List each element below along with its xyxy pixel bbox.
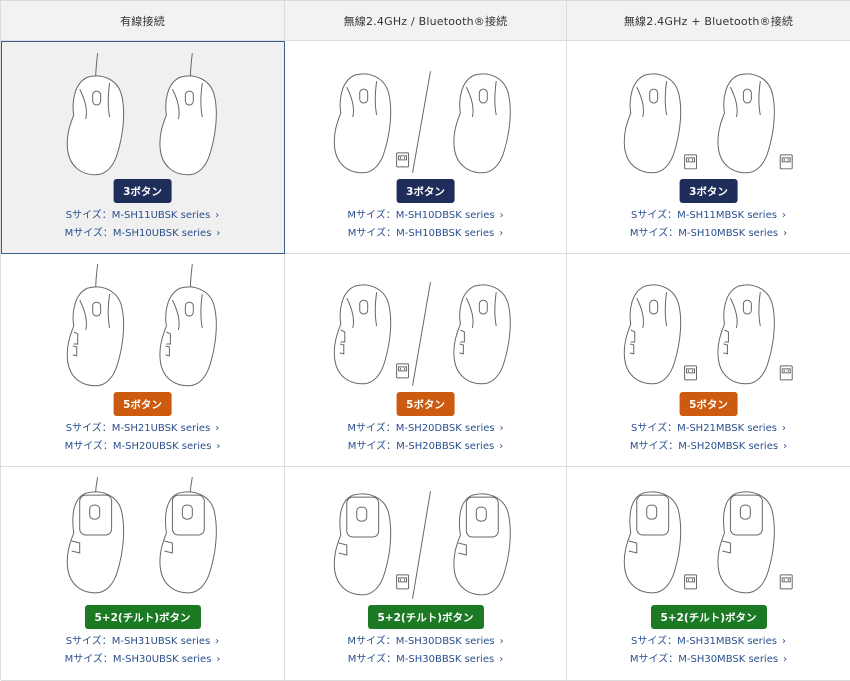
- series-link-label: Mサイズ：M-SH10BBSK series: [347, 228, 495, 239]
- chevron-right-icon: ›: [781, 423, 786, 434]
- wireless-mouse-pair-icon: [333, 491, 511, 599]
- series-link[interactable]: Mサイズ：M-SH10DBSK series ›: [347, 209, 503, 223]
- chevron-right-icon: ›: [215, 210, 220, 221]
- series-link[interactable]: Sサイズ：M-SH21MBSK series ›: [631, 422, 786, 436]
- series-link-label: Mサイズ：M-SH30BBSK series: [347, 654, 495, 665]
- product-cell-wireless-and-3btn[interactable]: 3ボタン Sサイズ：M-SH11MBSK series › Mサイズ：M-SH10…: [567, 41, 850, 254]
- button-count-badge: 5ボタン: [396, 392, 455, 416]
- chevron-right-icon: ›: [216, 441, 221, 452]
- link-list: Sサイズ：M-SH31MBSK series › Mサイズ：M-SH30MBSK …: [567, 635, 850, 667]
- button-count-badge: 3ボタン: [679, 179, 738, 203]
- series-link[interactable]: Sサイズ：M-SH31MBSK series ›: [631, 635, 786, 649]
- chevron-right-icon: ›: [499, 441, 504, 452]
- button-count-badge: 5ボタン: [679, 392, 738, 416]
- series-link-label: Mサイズ：M-SH10MBSK series: [629, 228, 779, 239]
- product-cell-wired-3btn[interactable]: 3ボタン Sサイズ：M-SH11UBSK series › Mサイズ：M-SH10…: [1, 41, 285, 254]
- series-link[interactable]: Sサイズ：M-SH31UBSK series ›: [66, 635, 220, 649]
- header-wired: 有線接続: [1, 1, 285, 41]
- series-link[interactable]: Mサイズ：M-SH30MBSK series ›: [630, 653, 787, 667]
- header-wireless-and: 無線2.4GHz + Bluetooth®接続: [567, 1, 850, 41]
- button-count-badge: 5+2(チルト)ボタン: [367, 605, 484, 629]
- wired-mouse-icon: [66, 53, 217, 176]
- series-link[interactable]: Mサイズ：M-SH20DBSK series ›: [347, 422, 503, 436]
- series-link-label: Sサイズ：M-SH31UBSK series: [65, 636, 211, 647]
- series-link-label: Mサイズ：M-SH20MBSK series: [629, 441, 779, 452]
- link-list: Sサイズ：M-SH11MBSK series › Mサイズ：M-SH10MBSK …: [567, 209, 850, 241]
- series-link[interactable]: Sサイズ：M-SH11UBSK series ›: [66, 209, 220, 223]
- chevron-right-icon: ›: [499, 210, 504, 221]
- wireless-mouse-dongle-icon: [623, 491, 793, 594]
- series-link-label: Mサイズ：M-SH30DBSK series: [347, 636, 495, 647]
- series-link-label: Mサイズ：M-SH30UBSK series: [64, 654, 212, 665]
- series-link[interactable]: Mサイズ：M-SH10MBSK series ›: [630, 227, 787, 241]
- series-link-label: Mサイズ：M-SH20UBSK series: [64, 441, 212, 452]
- wired-mouse-icon: [66, 264, 217, 387]
- product-cell-wired-5btn[interactable]: 5ボタン Sサイズ：M-SH21UBSK series › Mサイズ：M-SH20…: [1, 254, 285, 467]
- button-count-badge: 5ボタン: [113, 392, 172, 416]
- series-link-label: Mサイズ：M-SH30MBSK series: [629, 654, 779, 665]
- chevron-right-icon: ›: [499, 228, 504, 239]
- header-label: 有線接続: [120, 14, 165, 28]
- button-count-badge: 3ボタン: [113, 179, 172, 203]
- series-link-label: Sサイズ：M-SH31MBSK series: [631, 636, 777, 647]
- series-link[interactable]: Mサイズ：M-SH10UBSK series ›: [65, 227, 221, 241]
- series-link[interactable]: Mサイズ：M-SH20MBSK series ›: [630, 440, 787, 454]
- series-link-label: Mサイズ：M-SH10DBSK series: [347, 210, 495, 221]
- series-link[interactable]: Mサイズ：M-SH30BBSK series ›: [348, 653, 503, 667]
- product-cell-wireless-or-5btn[interactable]: 5ボタン Mサイズ：M-SH20DBSK series › Mサイズ：M-SH20…: [285, 254, 567, 467]
- series-link[interactable]: Sサイズ：M-SH21UBSK series ›: [66, 422, 220, 436]
- link-list: Sサイズ：M-SH31UBSK series › Mサイズ：M-SH30UBSK …: [1, 635, 284, 667]
- header-label: 無線2.4GHz / Bluetooth®接続: [343, 14, 508, 28]
- series-link-label: Sサイズ：M-SH11UBSK series: [65, 210, 211, 221]
- link-list: Sサイズ：M-SH21MBSK series › Mサイズ：M-SH20MBSK …: [567, 422, 850, 454]
- product-cell-wireless-and-tilt[interactable]: 5+2(チルト)ボタン Sサイズ：M-SH31MBSK series › Mサイズ…: [567, 467, 850, 681]
- chevron-right-icon: ›: [499, 636, 504, 647]
- chevron-right-icon: ›: [216, 654, 221, 665]
- button-count-badge: 3ボタン: [396, 179, 455, 203]
- chevron-right-icon: ›: [216, 228, 221, 239]
- chevron-right-icon: ›: [781, 636, 786, 647]
- product-cell-wireless-or-3btn[interactable]: 3ボタン Mサイズ：M-SH10DBSK series › Mサイズ：M-SH10…: [285, 41, 567, 254]
- comparison-table: 有線接続 無線2.4GHz / Bluetooth®接続 無線2.4GHz + …: [0, 0, 850, 681]
- series-link[interactable]: Mサイズ：M-SH30UBSK series ›: [65, 653, 221, 667]
- wired-mouse-icon: [66, 477, 217, 594]
- chevron-right-icon: ›: [215, 636, 220, 647]
- link-list: Sサイズ：M-SH11UBSK series › Mサイズ：M-SH10UBSK …: [1, 209, 284, 241]
- header-wireless-or: 無線2.4GHz / Bluetooth®接続: [285, 1, 567, 41]
- chevron-right-icon: ›: [783, 654, 788, 665]
- wireless-mouse-dongle-icon: [623, 73, 793, 174]
- button-count-badge: 5+2(チルト)ボタン: [650, 605, 767, 629]
- series-link-label: Mサイズ：M-SH20BBSK series: [347, 441, 495, 452]
- link-list: Sサイズ：M-SH21UBSK series › Mサイズ：M-SH20UBSK …: [1, 422, 284, 454]
- series-link[interactable]: Sサイズ：M-SH11MBSK series ›: [631, 209, 786, 223]
- series-link[interactable]: Mサイズ：M-SH20UBSK series ›: [65, 440, 221, 454]
- series-link[interactable]: Mサイズ：M-SH20BBSK series ›: [348, 440, 503, 454]
- wireless-mouse-pair-icon: [333, 282, 511, 386]
- chevron-right-icon: ›: [499, 654, 504, 665]
- chevron-right-icon: ›: [781, 210, 786, 221]
- wireless-mouse-pair-icon: [333, 71, 511, 174]
- chevron-right-icon: ›: [783, 441, 788, 452]
- link-list: Mサイズ：M-SH30DBSK series › Mサイズ：M-SH30BBSK …: [285, 635, 566, 667]
- series-link-label: Mサイズ：M-SH10UBSK series: [64, 228, 212, 239]
- series-link[interactable]: Mサイズ：M-SH30DBSK series ›: [347, 635, 503, 649]
- chevron-right-icon: ›: [215, 423, 220, 434]
- chevron-right-icon: ›: [783, 228, 788, 239]
- product-cell-wireless-and-5btn[interactable]: 5ボタン Sサイズ：M-SH21MBSK series › Mサイズ：M-SH20…: [567, 254, 850, 467]
- chevron-right-icon: ›: [499, 423, 504, 434]
- series-link-label: Sサイズ：M-SH21MBSK series: [631, 423, 777, 434]
- button-count-badge: 5+2(チルト)ボタン: [84, 605, 201, 629]
- wireless-mouse-dongle-icon: [623, 284, 793, 385]
- link-list: Mサイズ：M-SH20DBSK series › Mサイズ：M-SH20BBSK …: [285, 422, 566, 454]
- header-label: 無線2.4GHz + Bluetooth®接続: [623, 14, 794, 28]
- series-link-label: Sサイズ：M-SH21UBSK series: [65, 423, 211, 434]
- series-link[interactable]: Mサイズ：M-SH10BBSK series ›: [348, 227, 503, 241]
- product-cell-wireless-or-tilt[interactable]: 5+2(チルト)ボタン Mサイズ：M-SH30DBSK series › Mサイズ…: [285, 467, 567, 681]
- product-cell-wired-tilt[interactable]: 5+2(チルト)ボタン Sサイズ：M-SH31UBSK series › Mサイズ…: [1, 467, 285, 681]
- series-link-label: Sサイズ：M-SH11MBSK series: [631, 210, 777, 221]
- series-link-label: Mサイズ：M-SH20DBSK series: [347, 423, 495, 434]
- link-list: Mサイズ：M-SH10DBSK series › Mサイズ：M-SH10BBSK …: [285, 209, 566, 241]
